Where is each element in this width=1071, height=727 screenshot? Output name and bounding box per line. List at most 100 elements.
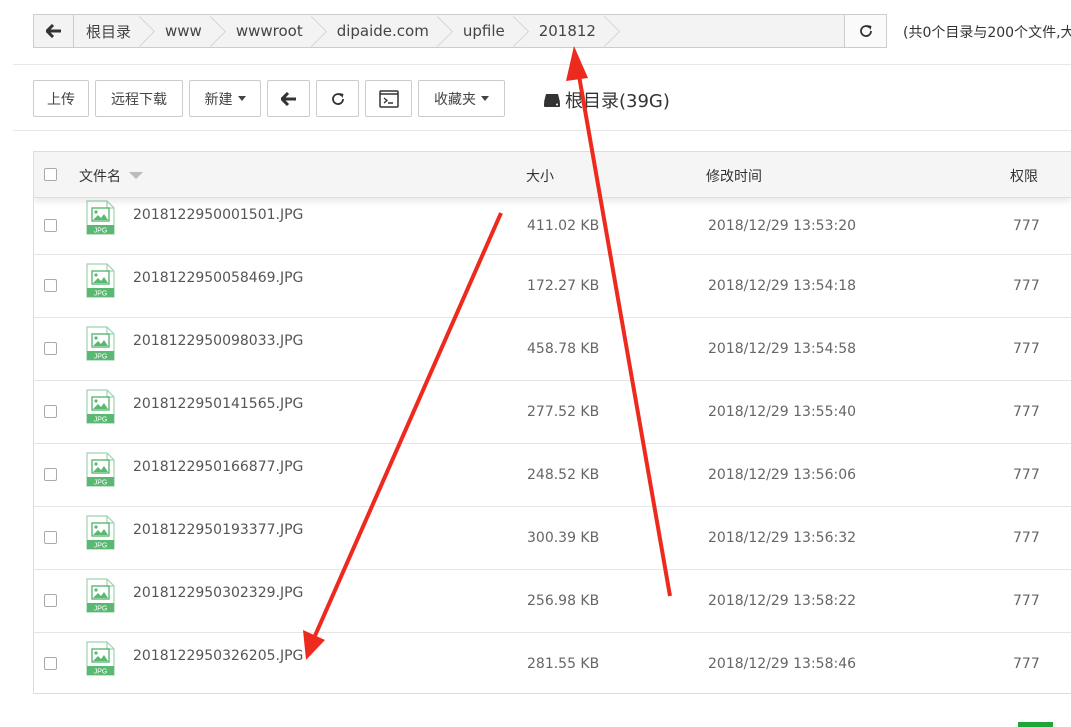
file-count-summary: (共0个目录与200个文件,大	[903, 25, 1071, 41]
file-name[interactable]: 2018122950302329.JPG	[133, 585, 303, 601]
file-table: 文件名 大小 修改时间 权限 JPG 2018122950001501.JPG 41…	[33, 151, 1071, 694]
new-dropdown-button[interactable]: 新建	[189, 80, 261, 117]
terminal-button[interactable]	[365, 80, 412, 117]
file-modified-time: 2018/12/29 13:56:06	[708, 467, 857, 483]
column-header-permissions[interactable]: 权限	[1010, 166, 1038, 186]
file-size: 300.39 KB	[527, 530, 600, 546]
caret-down-icon	[237, 96, 246, 101]
jpg-file-icon: JPG	[86, 389, 115, 424]
svg-text:JPG: JPG	[94, 669, 108, 676]
file-permissions[interactable]: 777	[1013, 656, 1040, 672]
file-size: 458.78 KB	[527, 341, 600, 357]
table-row[interactable]: JPG 2018122950302329.JPG 256.98 KB 2018/12/…	[34, 570, 1071, 633]
arrow-left-icon	[45, 24, 61, 38]
file-name[interactable]: 2018122950193377.JPG	[133, 522, 303, 538]
jpg-file-icon: JPG	[86, 578, 115, 613]
file-modified-time: 2018/12/29 13:58:22	[708, 593, 857, 609]
row-checkbox[interactable]	[44, 279, 57, 292]
accent-tab	[1018, 722, 1053, 727]
divider	[13, 64, 1071, 65]
file-name[interactable]: 2018122950098033.JPG	[133, 333, 303, 349]
row-checkbox[interactable]	[44, 342, 57, 355]
table-header: 文件名 大小 修改时间 权限	[34, 152, 1071, 198]
svg-text:JPG: JPG	[94, 480, 108, 487]
row-checkbox[interactable]	[44, 468, 57, 481]
file-size: 172.27 KB	[527, 278, 600, 294]
breadcrumb-list: 根目录 www wwwroot dipaide.com upfile 20181…	[74, 15, 844, 47]
column-header-mtime[interactable]: 修改时间	[706, 166, 762, 186]
svg-text:JPG: JPG	[94, 417, 108, 424]
file-size: 281.55 KB	[527, 656, 600, 672]
go-back-button[interactable]	[267, 80, 310, 117]
column-header-size[interactable]: 大小	[526, 166, 554, 186]
file-name[interactable]: 2018122950001501.JPG	[133, 207, 303, 223]
file-permissions[interactable]: 777	[1013, 404, 1040, 420]
refresh-icon	[331, 92, 344, 105]
file-size: 277.52 KB	[527, 404, 600, 420]
divider	[13, 130, 1071, 131]
file-modified-time: 2018/12/29 13:58:46	[708, 656, 857, 672]
remote-download-button[interactable]: 远程下载	[95, 80, 183, 117]
file-permissions[interactable]: 777	[1013, 341, 1040, 357]
jpg-file-icon: JPG	[86, 515, 115, 550]
breadcrumb-item-domain[interactable]: dipaide.com	[325, 15, 443, 47]
upload-button[interactable]: 上传	[33, 80, 89, 117]
file-permissions[interactable]: 777	[1013, 278, 1040, 294]
file-list: JPG 2018122950001501.JPG 411.02 KB 2018/12/…	[34, 198, 1071, 693]
jpg-file-icon: JPG	[86, 263, 115, 298]
breadcrumb-item-wwwroot[interactable]: wwwroot	[224, 15, 317, 47]
breadcrumb-refresh-button[interactable]	[844, 15, 886, 47]
svg-text:JPG: JPG	[94, 354, 108, 361]
file-size: 248.52 KB	[527, 467, 600, 483]
refresh-button[interactable]	[316, 80, 359, 117]
svg-text:JPG: JPG	[94, 291, 108, 298]
breadcrumb-item-current[interactable]: 201812	[527, 15, 610, 47]
refresh-icon	[859, 25, 872, 37]
column-header-name[interactable]: 文件名	[79, 166, 144, 186]
select-all-checkbox[interactable]	[44, 168, 57, 181]
file-permissions[interactable]: 777	[1013, 530, 1040, 546]
file-size: 256.98 KB	[527, 593, 600, 609]
table-row[interactable]: JPG 2018122950141565.JPG 277.52 KB 2018/12/…	[34, 381, 1071, 444]
sort-caret-icon	[129, 172, 144, 179]
arrow-left-icon	[280, 91, 296, 106]
table-row[interactable]: JPG 2018122950058469.JPG 172.27 KB 2018/12/…	[34, 255, 1071, 318]
file-permissions[interactable]: 777	[1013, 218, 1040, 234]
svg-text:JPG: JPG	[94, 543, 108, 550]
file-permissions[interactable]: 777	[1013, 593, 1040, 609]
table-row[interactable]: JPG 2018122950166877.JPG 248.52 KB 2018/12/…	[34, 444, 1071, 507]
row-checkbox[interactable]	[44, 594, 57, 607]
jpg-file-icon: JPG	[86, 641, 115, 676]
table-row[interactable]: JPG 2018122950098033.JPG 458.78 KB 2018/12/…	[34, 318, 1071, 381]
file-name[interactable]: 2018122950326205.JPG	[133, 648, 303, 664]
breadcrumb-item-root[interactable]: 根目录	[74, 15, 145, 47]
toolbar: 上传 远程下载 新建 收藏夹	[33, 80, 511, 117]
caret-down-icon	[481, 96, 489, 101]
row-checkbox[interactable]	[44, 405, 57, 418]
disk-info[interactable]: 根目录(39G)	[543, 87, 670, 113]
file-name[interactable]: 2018122950058469.JPG	[133, 270, 303, 286]
row-checkbox[interactable]	[44, 657, 57, 670]
file-modified-time: 2018/12/29 13:56:32	[708, 530, 857, 546]
file-modified-time: 2018/12/29 13:54:18	[708, 278, 857, 294]
file-permissions[interactable]: 777	[1013, 467, 1040, 483]
table-row[interactable]: JPG 2018122950001501.JPG 411.02 KB 2018/12/…	[34, 198, 1071, 255]
breadcrumb: 根目录 www wwwroot dipaide.com upfile 20181…	[33, 14, 887, 48]
breadcrumb-item-www[interactable]: www	[153, 15, 216, 47]
row-checkbox[interactable]	[44, 531, 57, 544]
file-size: 411.02 KB	[527, 218, 600, 234]
terminal-icon	[378, 89, 399, 108]
svg-text:JPG: JPG	[94, 606, 108, 613]
breadcrumb-item-upfile[interactable]: upfile	[451, 15, 519, 47]
jpg-file-icon: JPG	[86, 326, 115, 361]
table-row[interactable]: JPG 2018122950326205.JPG 281.55 KB 2018/12/…	[34, 633, 1071, 693]
file-modified-time: 2018/12/29 13:53:20	[708, 218, 857, 234]
file-modified-time: 2018/12/29 13:55:40	[708, 404, 857, 420]
row-checkbox[interactable]	[44, 219, 57, 232]
table-row[interactable]: JPG 2018122950193377.JPG 300.39 KB 2018/12/…	[34, 507, 1071, 570]
file-name[interactable]: 2018122950141565.JPG	[133, 396, 303, 412]
favorites-dropdown-button[interactable]: 收藏夹	[418, 80, 505, 117]
file-name[interactable]: 2018122950166877.JPG	[133, 459, 303, 475]
file-modified-time: 2018/12/29 13:54:58	[708, 341, 857, 357]
back-button[interactable]	[34, 15, 74, 47]
